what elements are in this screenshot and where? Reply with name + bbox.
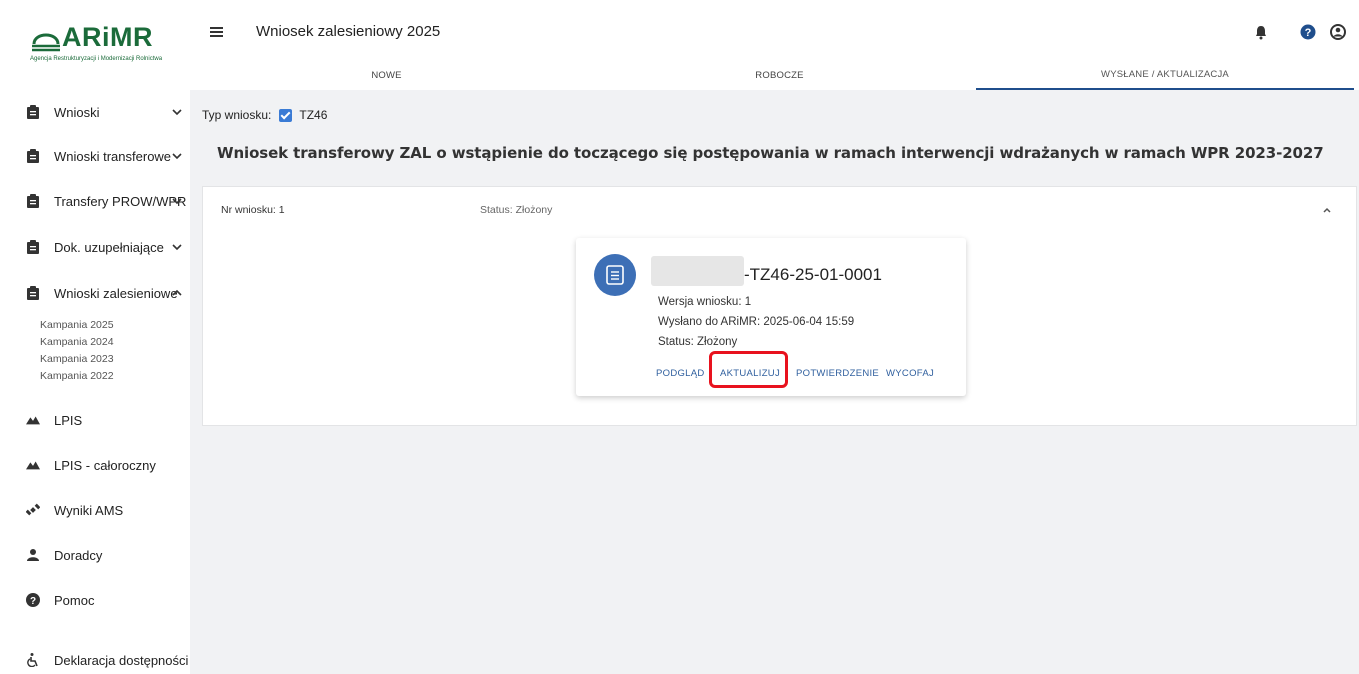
sidebar-item-label: Doradcy bbox=[54, 547, 103, 563]
svg-text:?: ? bbox=[30, 596, 36, 607]
satellite-icon bbox=[26, 502, 40, 518]
redacted-id-prefix bbox=[651, 256, 744, 286]
sidebar-item-lpis-caloroczny[interactable]: LPIS - całoroczny bbox=[0, 454, 190, 476]
account-icon[interactable] bbox=[1330, 24, 1346, 40]
filter-checkbox[interactable] bbox=[279, 108, 293, 122]
tab-wyslane-aktualizacja[interactable]: WYSŁANE / AKTUALIZACJA bbox=[976, 60, 1354, 90]
clipboard-icon bbox=[26, 239, 40, 255]
application-id: -TZ46-25-01-0001 bbox=[744, 265, 882, 284]
sidebar-item-wyniki-ams[interactable]: Wyniki AMS bbox=[0, 499, 190, 521]
sidebar-item-label: Wnioski transferowe bbox=[54, 148, 172, 164]
logo-subtitle: Agencja Restrukturyzacji i Modernizacji … bbox=[30, 56, 163, 62]
highlight-frame bbox=[709, 351, 788, 388]
sidebar-item-label: Transfery PROW/WPR bbox=[54, 193, 187, 209]
filter-label: Typ wniosku: bbox=[202, 108, 272, 122]
sidebar-item-wnioski-zalesieniowe[interactable]: Wnioski zalesieniowe bbox=[0, 282, 190, 304]
sidebar-item-lpis[interactable]: LPIS bbox=[0, 409, 190, 431]
clipboard-icon bbox=[26, 148, 40, 164]
sidebar-item-deklaracja[interactable]: Deklaracja dostępności bbox=[0, 649, 190, 671]
type-filter: Typ wniosku: TZ46 bbox=[202, 108, 327, 122]
mountain-icon bbox=[26, 412, 40, 428]
page-title: Wniosek zalesieniowy 2025 bbox=[256, 23, 441, 40]
sidebar-item-label: Wnioski bbox=[54, 104, 100, 120]
application-status: Status: Złożony bbox=[480, 204, 553, 216]
main-content: Typ wniosku: TZ46 Wniosek transferowy ZA… bbox=[190, 90, 1359, 674]
sidebar-item-dok-uzupelniajace[interactable]: Dok. uzupełniające bbox=[0, 236, 190, 258]
sidebar-item-doradcy[interactable]: Doradcy bbox=[0, 544, 190, 566]
sidebar-item-label: Wnioski zalesieniowe bbox=[54, 285, 178, 301]
sidebar-subitem-kampania-2022[interactable]: Kampania 2022 bbox=[40, 370, 114, 382]
chevron-down-icon bbox=[172, 198, 182, 205]
person-icon bbox=[26, 547, 40, 563]
tab-bar: NOWE ROBOCZE WYSŁANE / AKTUALIZACJA bbox=[190, 60, 1359, 90]
hamburger-menu-icon[interactable] bbox=[210, 27, 223, 37]
sidebar-subitem-kampania-2025[interactable]: Kampania 2025 bbox=[40, 319, 114, 331]
svg-text:?: ? bbox=[1305, 27, 1312, 39]
accessibility-icon bbox=[26, 652, 40, 668]
sidebar-item-wnioski-transferowe[interactable]: Wnioski transferowe bbox=[0, 145, 190, 167]
sidebar-item-label: Deklaracja dostępności bbox=[54, 652, 189, 668]
sidebar-item-label: Pomoc bbox=[54, 592, 95, 608]
preview-button[interactable]: PODGLĄD bbox=[656, 368, 705, 379]
clipboard-icon bbox=[26, 285, 40, 301]
bell-icon[interactable] bbox=[1253, 24, 1269, 40]
chevron-down-icon bbox=[172, 244, 182, 251]
arimr-logo[interactable]: ARiMR Agencja Restrukturyzacji i Moderni… bbox=[30, 22, 170, 70]
sidebar-item-label: LPIS bbox=[54, 412, 83, 428]
tab-nowe[interactable]: NOWE bbox=[190, 60, 583, 90]
chevron-up-icon bbox=[172, 289, 182, 296]
application-card: -TZ46-25-01-0001 Wersja wniosku: 1 Wysła… bbox=[576, 238, 966, 396]
sidebar-subitem-kampania-2024[interactable]: Kampania 2024 bbox=[40, 336, 114, 348]
mountain-icon bbox=[26, 457, 40, 473]
chevron-up-icon[interactable] bbox=[1322, 205, 1332, 215]
application-panel: Nr wniosku: 1 Status: Złożony -TZ46-25-0… bbox=[202, 186, 1357, 426]
clipboard-icon bbox=[26, 193, 40, 209]
sidebar-item-label: Dok. uzupełniające bbox=[54, 239, 164, 255]
sidebar-item-transfery[interactable]: Transfery PROW/WPR bbox=[0, 190, 190, 212]
application-version: Wersja wniosku: 1 bbox=[658, 296, 752, 308]
sidebar: ARiMR Agencja Restrukturyzacji i Moderni… bbox=[0, 0, 190, 674]
header: Wniosek zalesieniowy 2025 ? NOWE ROBOCZE… bbox=[190, 0, 1359, 90]
tab-robocze[interactable]: ROBOCZE bbox=[583, 60, 976, 90]
document-icon bbox=[594, 254, 636, 296]
sidebar-item-pomoc[interactable]: ? Pomoc bbox=[0, 589, 190, 611]
application-card-status: Status: Złożony bbox=[658, 336, 738, 348]
application-number: Nr wniosku: 1 bbox=[221, 204, 285, 216]
help-icon: ? bbox=[26, 592, 40, 608]
confirmation-button[interactable]: POTWIERDZENIE bbox=[796, 368, 879, 379]
sidebar-item-wnioski[interactable]: Wnioski bbox=[0, 101, 190, 123]
sidebar-subitem-kampania-2023[interactable]: Kampania 2023 bbox=[40, 353, 114, 365]
chevron-down-icon bbox=[172, 109, 182, 116]
section-heading: Wniosek transferowy ZAL o wstąpienie do … bbox=[217, 144, 1324, 162]
application-sent-date: Wysłano do ARiMR: 2025-06-04 15:59 bbox=[658, 316, 855, 328]
sidebar-item-label: Wyniki AMS bbox=[54, 502, 124, 518]
clipboard-icon bbox=[26, 104, 40, 120]
logo-text: ARiMR bbox=[62, 22, 153, 52]
withdraw-button[interactable]: WYCOFAJ bbox=[886, 368, 934, 379]
chevron-down-icon bbox=[172, 153, 182, 160]
filter-value: TZ46 bbox=[299, 108, 328, 122]
sidebar-item-label: LPIS - całoroczny bbox=[54, 457, 156, 473]
logo-mark-icon bbox=[32, 33, 60, 52]
help-icon[interactable]: ? bbox=[1300, 24, 1316, 40]
